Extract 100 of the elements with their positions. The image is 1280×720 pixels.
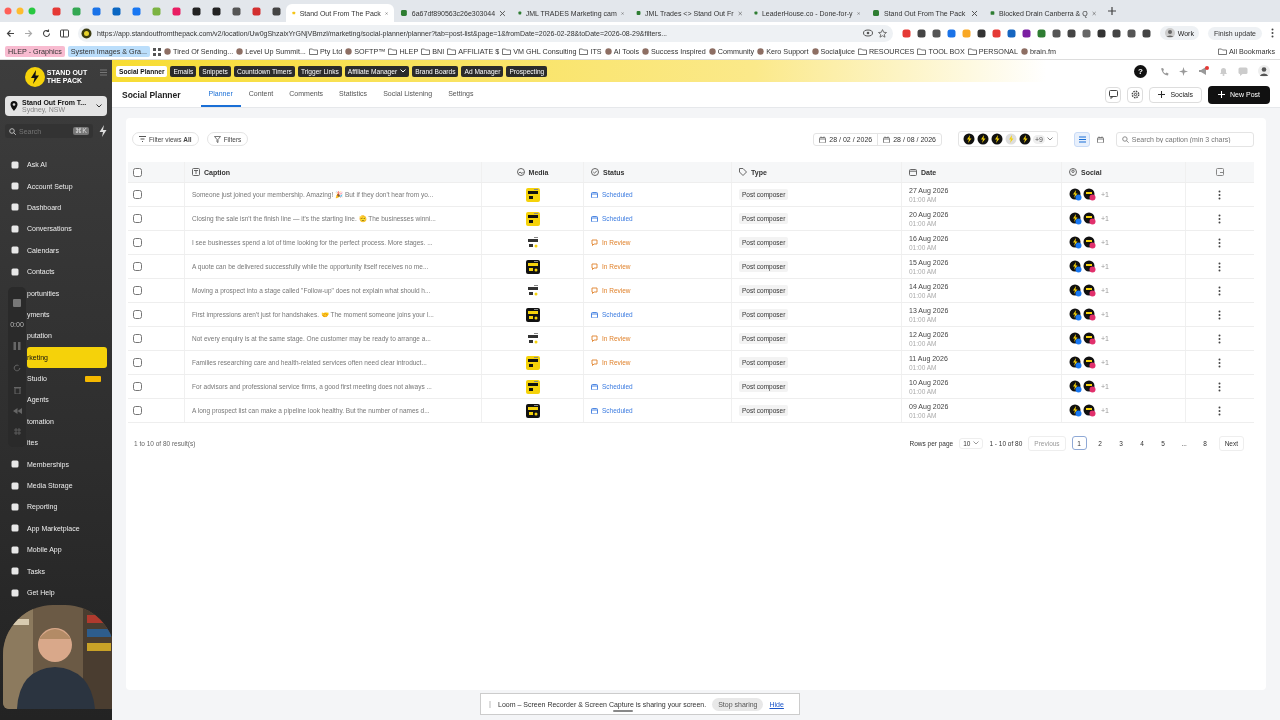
calendar-icon <box>591 407 598 414</box>
help-button[interactable]: ? <box>1134 64 1147 78</box>
account-avatar-icon <box>1083 356 1096 369</box>
more-icon[interactable] <box>1271 28 1274 38</box>
megaphone-icon[interactable] <box>1198 66 1209 76</box>
page-icon <box>400 9 408 17</box>
sidebar-icon[interactable] <box>60 28 69 38</box>
folder-icon <box>388 48 398 55</box>
calendar-icon <box>591 191 598 198</box>
more-vertical-icon[interactable] <box>1218 357 1221 368</box>
account-avatar-icon <box>1069 188 1082 201</box>
image-icon <box>516 168 525 176</box>
folder-icon <box>579 48 589 55</box>
more-vertical-icon[interactable] <box>1218 309 1221 320</box>
folder-icon <box>447 48 457 55</box>
close-icon[interactable] <box>971 9 978 17</box>
more-vertical-icon[interactable] <box>1218 189 1221 200</box>
avatar-icon[interactable] <box>1258 65 1270 77</box>
pinned-tab-icon[interactable] <box>231 6 241 16</box>
account-avatar-icon <box>1083 404 1096 417</box>
row-checkbox[interactable] <box>133 286 142 295</box>
trash-icon[interactable] <box>13 386 21 394</box>
row-checkbox[interactable] <box>133 238 142 247</box>
row-checkbox[interactable] <box>133 310 142 319</box>
row-checkbox[interactable] <box>133 382 142 391</box>
sparkle-icon[interactable] <box>1179 66 1188 76</box>
chevron-down-icon <box>973 441 980 445</box>
list-view-button[interactable] <box>1074 131 1090 147</box>
pause-icon[interactable] <box>13 342 21 350</box>
more-vertical-icon[interactable] <box>1218 333 1221 344</box>
feedback-button[interactable] <box>1105 86 1122 103</box>
star-icon[interactable] <box>877 28 887 38</box>
columns-icon[interactable] <box>1215 168 1224 176</box>
row-checkbox[interactable] <box>133 406 142 415</box>
site-icon <box>642 48 650 55</box>
pinned-tab-icon[interactable] <box>211 6 221 16</box>
rewind-icon[interactable] <box>12 408 22 414</box>
site-icon <box>81 27 92 39</box>
account-avatar-icon <box>1083 212 1096 225</box>
row-checkbox[interactable] <box>133 334 142 343</box>
more-vertical-icon[interactable] <box>1218 405 1221 416</box>
tag-icon <box>739 168 747 176</box>
apps-grid-icon[interactable] <box>153 47 162 56</box>
row-checkbox[interactable] <box>133 190 142 199</box>
page-icon <box>292 9 296 17</box>
row-checkbox[interactable] <box>133 214 142 223</box>
close-icon[interactable] <box>499 9 506 17</box>
chevron-down-icon <box>96 104 102 108</box>
page-icon <box>636 9 642 17</box>
more-vertical-icon[interactable] <box>1218 237 1221 248</box>
account-avatar-icon <box>1069 236 1082 249</box>
pinned-tab-icon[interactable] <box>191 6 201 16</box>
tile-icon <box>11 460 19 469</box>
tile-icon <box>11 267 19 276</box>
pin-icon <box>10 101 18 111</box>
row-checkbox[interactable] <box>133 262 142 271</box>
speech-bubble-icon <box>591 239 598 246</box>
phone-icon[interactable] <box>1160 66 1169 76</box>
folder-icon <box>502 48 512 55</box>
folder-icon <box>857 48 867 55</box>
more-vertical-icon[interactable] <box>1218 381 1221 392</box>
text-icon <box>192 168 200 176</box>
account-avatar-icon <box>963 133 975 145</box>
account-avatar-icon <box>977 133 989 145</box>
search-icon <box>1122 135 1129 143</box>
lightning-icon[interactable] <box>99 125 107 137</box>
back-icon[interactable] <box>6 28 15 38</box>
row-checkbox[interactable] <box>133 358 142 367</box>
account-avatar-icon <box>1083 308 1096 321</box>
page-icon <box>990 9 995 17</box>
account-avatar-icon <box>991 133 1003 145</box>
restart-icon[interactable] <box>13 364 21 372</box>
search-icon <box>9 127 16 135</box>
account-avatar-icon <box>1083 188 1096 201</box>
calendar-icon <box>591 215 598 222</box>
collapse-icon[interactable] <box>100 69 107 76</box>
tile-icon <box>11 567 19 576</box>
more-vertical-icon[interactable] <box>1218 213 1221 224</box>
folder-icon <box>308 48 318 55</box>
more-vertical-icon[interactable] <box>1218 261 1221 272</box>
reload-icon[interactable] <box>42 28 51 38</box>
account-avatar-icon <box>1083 260 1096 273</box>
forward-icon[interactable] <box>24 28 33 38</box>
account-avatar-icon <box>1083 284 1096 297</box>
pinned-tab-icon[interactable] <box>271 6 281 16</box>
account-avatar-icon <box>1069 332 1082 345</box>
new-tab-icon[interactable] <box>1108 7 1116 15</box>
tile-icon <box>11 246 19 255</box>
list-icon <box>1078 135 1086 143</box>
more-vertical-icon[interactable] <box>1218 285 1221 296</box>
tile-icon <box>11 160 19 169</box>
settings-button[interactable] <box>1127 86 1144 103</box>
folder-icon <box>967 48 977 55</box>
gear-icon <box>1130 90 1140 99</box>
select-all-checkbox[interactable] <box>133 167 142 177</box>
tile-icon <box>11 502 19 511</box>
site-icon <box>811 48 819 55</box>
funnel-icon <box>213 135 221 143</box>
calendar-icon <box>1096 135 1104 143</box>
page-icon <box>872 9 880 17</box>
